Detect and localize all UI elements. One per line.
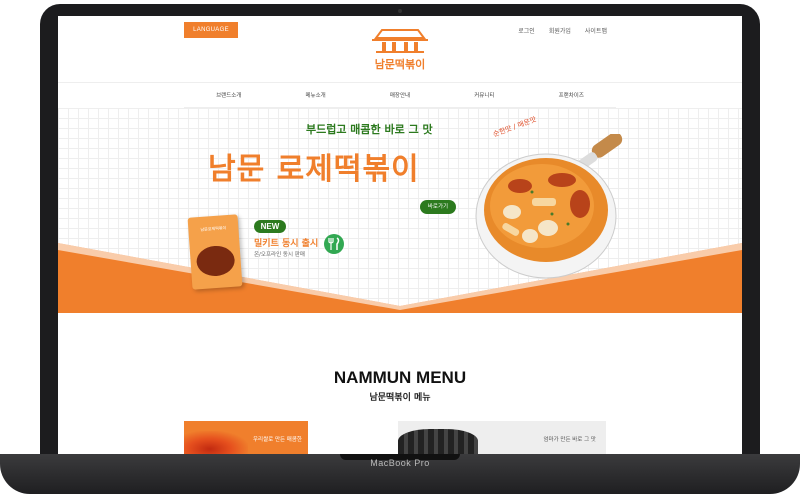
menu-card-1[interactable]: 우리쌀로 만든 매콤한 [184,421,308,454]
nav-item-community[interactable]: 커뮤니티 [474,91,494,99]
go-button[interactable]: 바로가기 [420,200,456,214]
package-label: 남문로제떡볶이 [200,225,227,232]
new-text: 밀키트 동시 출시 [254,239,319,249]
sitemap-link[interactable]: 사이트맵 [585,26,607,35]
menu-card-2[interactable]: 엄마가 만든 바로 그 맛 [398,421,606,454]
camera-icon [398,9,402,13]
main-nav: 브랜드소개 메뉴소개 매장안내 커뮤니티 프랜차이즈 [184,83,616,108]
new-subtext: 온/오프라인 동시 판매 [254,252,305,258]
hero-title: 남문 로제떡볶이 [208,152,420,187]
menu-card-image [184,431,248,454]
nav-item-stores[interactable]: 매장안내 [390,91,410,99]
device-label: MacBook Pro [370,458,430,468]
language-button[interactable]: LANGUAGE [184,22,238,38]
hero-subtitle: 부드럽고 매콤한 바로 그 맛 [306,123,433,136]
hero-banner: 부드럽고 매콤한 바로 그 맛 남문 로제떡볶이 바로가기 남문로제떡볶이 NE… [58,108,742,313]
logo-icon [372,29,428,53]
signup-link[interactable]: 회원가입 [549,26,571,35]
menu-section-title: NAMMUN MENU [333,368,467,387]
laptop-frame: LANGUAGE 로그인 회원가입 사이트맵 남문떡볶이 브랜드소개 메뉴소개 … [0,0,800,503]
menu-card-image [398,429,478,454]
browser-viewport: LANGUAGE 로그인 회원가입 사이트맵 남문떡볶이 브랜드소개 메뉴소개 … [58,16,742,454]
package-food-image [195,244,236,278]
menu-section-subtitle: 남문떡볶이 메뉴 [369,393,431,403]
nav-item-menu[interactable]: 메뉴소개 [306,91,326,99]
fork-knife-icon [324,234,344,254]
menu-card-text: 엄마가 만든 바로 그 맛 [543,437,596,443]
nav-item-brand[interactable]: 브랜드소개 [216,91,241,99]
new-badge: NEW [254,220,286,233]
menu-card-text: 우리쌀로 만든 매콤한 [252,437,302,443]
nav-item-franchise[interactable]: 프랜차이즈 [559,91,584,99]
logo-text: 남문떡볶이 [374,58,426,71]
login-link[interactable]: 로그인 [518,26,535,35]
top-links: 로그인 회원가입 사이트맵 [518,26,607,35]
tteokbokki-bowl-image [475,134,623,279]
site-logo[interactable]: 남문떡볶이 [368,26,432,76]
mealkit-package: 남문로제떡볶이 [187,214,243,290]
